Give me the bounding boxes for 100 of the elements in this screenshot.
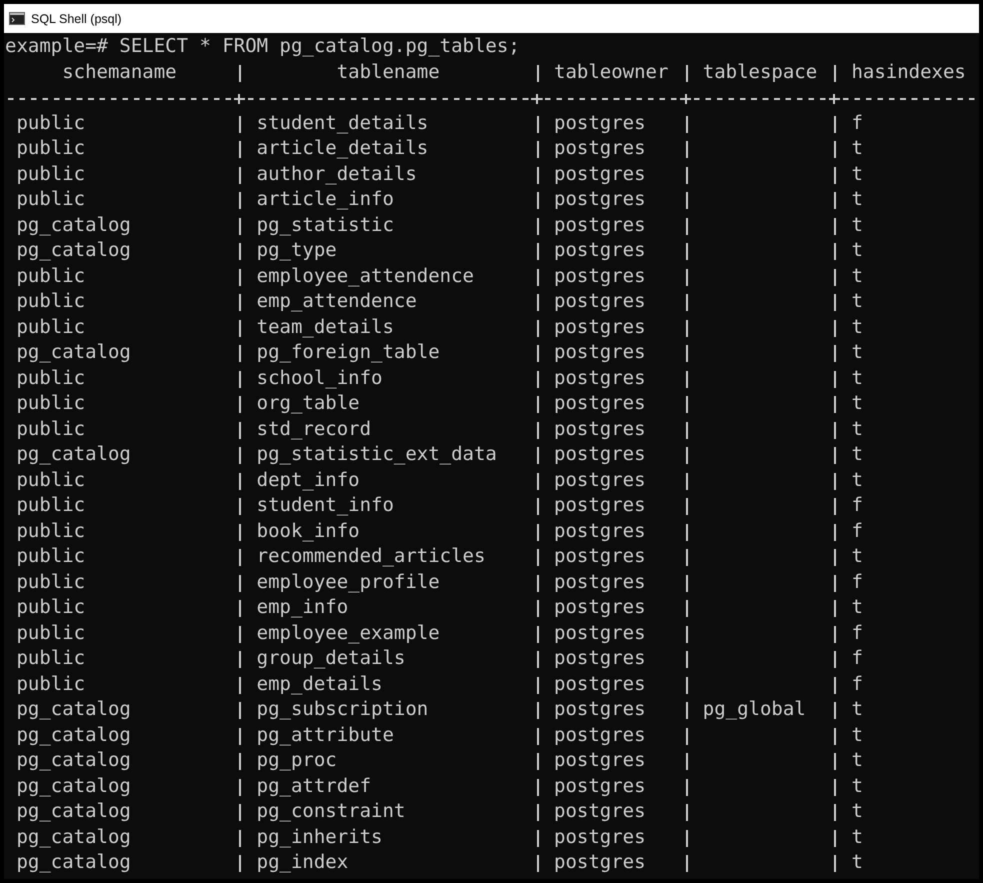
- table-cell: pg_catalog: [16, 443, 131, 465]
- table-cell: f: [851, 520, 863, 542]
- table-cell: pg_catalog: [16, 749, 131, 771]
- table-cell: postgres: [554, 749, 646, 771]
- table-cell: f: [851, 672, 863, 694]
- table-cell: postgres: [554, 774, 646, 796]
- table-cell: postgres: [554, 214, 646, 236]
- table-cell: t: [851, 188, 863, 210]
- table-cell: emp_info: [256, 596, 348, 618]
- table-cell: t: [851, 366, 863, 388]
- table-cell: pg_catalog: [16, 239, 131, 261]
- table-cell: postgres: [554, 570, 646, 592]
- table-cell: pg_foreign_table: [256, 341, 440, 363]
- table-cell: public: [16, 264, 86, 286]
- table-cell: t: [851, 341, 863, 363]
- table-cell: pg_constraint: [256, 800, 406, 822]
- table-cell: t: [851, 851, 863, 873]
- table-cell: public: [16, 494, 86, 516]
- table-cell: t: [851, 698, 863, 720]
- column-header: schemaname: [62, 60, 177, 82]
- table-cell: t: [851, 596, 863, 618]
- table-cell: pg_type: [256, 239, 337, 261]
- table-cell: postgres: [554, 698, 646, 720]
- table-cell: employee_attendence: [256, 264, 474, 286]
- table-cell: pg_inherits: [256, 826, 382, 848]
- table-cell: postgres: [554, 647, 646, 669]
- table-cell: postgres: [554, 724, 646, 746]
- terminal-icon: [9, 12, 25, 25]
- table-cell: t: [851, 468, 863, 490]
- table-cell: t: [851, 137, 863, 159]
- table-cell: std_record: [256, 418, 372, 440]
- column-header: tablespace: [702, 60, 818, 82]
- table-cell: public: [16, 570, 86, 592]
- table-cell: f: [851, 570, 863, 592]
- table-cell: org_table: [256, 392, 360, 414]
- table-cell: school_info: [256, 366, 382, 388]
- table-cell: pg_catalog: [16, 826, 131, 848]
- table-cell: pg_global: [702, 698, 806, 720]
- table-cell: public: [16, 316, 86, 338]
- table-cell: postgres: [554, 239, 646, 261]
- table-cell: t: [851, 214, 863, 236]
- table-cell: t: [851, 290, 863, 312]
- table-cell: recommended_articles: [256, 545, 486, 567]
- table-cell: t: [851, 316, 863, 338]
- table-cell: public: [16, 596, 86, 618]
- table-cell: dept_info: [256, 468, 360, 490]
- table-cell: postgres: [554, 290, 646, 312]
- table-cell: f: [851, 494, 863, 516]
- table-cell: public: [16, 290, 86, 312]
- command-line: example=# SELECT * FROM pg_catalog.pg_tables;: [5, 34, 520, 59]
- table-cell: pg_proc: [256, 749, 337, 771]
- table-cell: pg_index: [256, 851, 348, 873]
- table-cell: public: [16, 137, 86, 159]
- column-header: tablename: [336, 60, 440, 82]
- table-cell: author_details: [256, 162, 417, 184]
- table-cell: pg_catalog: [16, 800, 131, 822]
- table-cell: student_info: [256, 494, 394, 516]
- table-cell: t: [851, 545, 863, 567]
- table-cell: pg_catalog: [16, 724, 131, 746]
- table-cell: public: [16, 392, 86, 414]
- table-cell: postgres: [554, 443, 646, 465]
- table-cell: postgres: [554, 112, 646, 134]
- table-cell: emp_attendence: [256, 290, 417, 312]
- table-cell: public: [16, 647, 86, 669]
- table-cell: t: [851, 749, 863, 771]
- table-cell: team_details: [256, 316, 394, 338]
- table-cell: public: [16, 672, 86, 694]
- table-cell: t: [851, 239, 863, 261]
- table-cell: pg_statistic: [256, 214, 394, 236]
- table-cell: pg_catalog: [16, 698, 131, 720]
- table-cell: public: [16, 545, 86, 567]
- table-cell: postgres: [554, 418, 646, 440]
- table-cell: public: [16, 366, 86, 388]
- column-header: tableowner: [554, 60, 668, 82]
- table-cell: postgres: [554, 188, 646, 210]
- table-cell: public: [16, 188, 86, 210]
- table-cell: public: [16, 622, 86, 644]
- table-cell: public: [16, 520, 86, 542]
- table-cell: postgres: [554, 366, 646, 388]
- table-cell: postgres: [554, 392, 646, 414]
- table-cell: student_details: [256, 112, 428, 134]
- table-cell: f: [851, 622, 863, 644]
- table-cell: t: [851, 392, 863, 414]
- table-cell: postgres: [554, 316, 646, 338]
- table-cell: postgres: [554, 622, 646, 644]
- table-cell: postgres: [554, 494, 646, 516]
- table-cell: pg_catalog: [16, 774, 131, 796]
- table-cell: group_details: [256, 647, 406, 669]
- table-cell: emp_details: [256, 672, 382, 694]
- table-cell: pg_subscription: [256, 698, 428, 720]
- table-cell: t: [851, 418, 863, 440]
- table-cell: t: [851, 774, 863, 796]
- table-cell: postgres: [554, 162, 646, 184]
- table-cell: postgres: [554, 672, 646, 694]
- table-cell: t: [851, 264, 863, 286]
- table-cell: postgres: [554, 800, 646, 822]
- table-cell: public: [16, 162, 86, 184]
- window-title: SQL Shell (psql): [31, 12, 122, 26]
- table-cell: public: [16, 468, 86, 490]
- table-cell: f: [851, 112, 863, 134]
